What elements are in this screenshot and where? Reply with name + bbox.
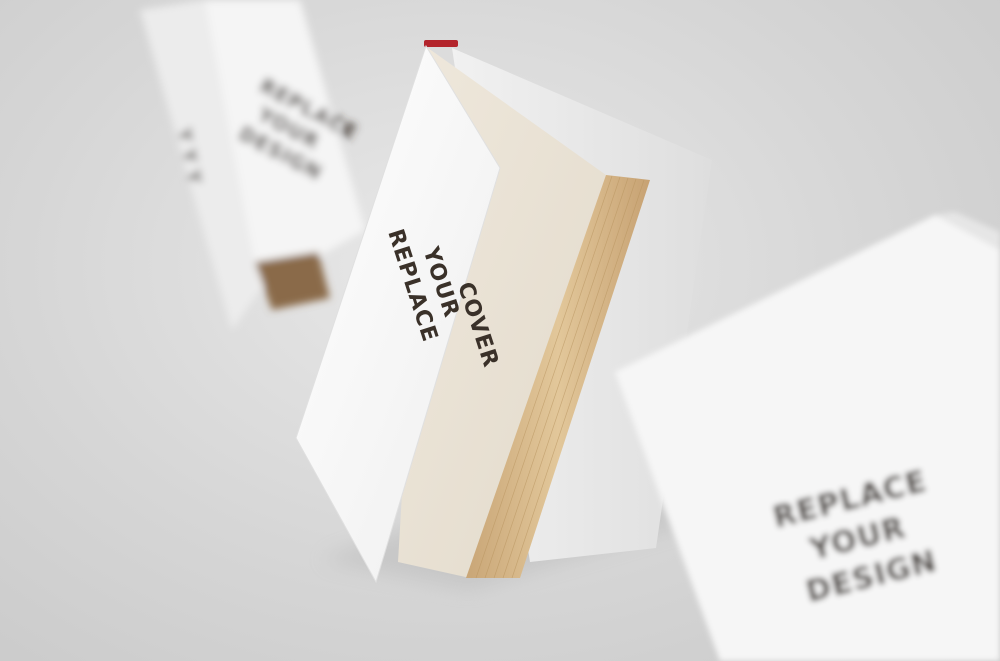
center-book-bookmark xyxy=(424,40,458,47)
back-book-pages xyxy=(255,252,330,310)
back-book: REPLACE YOUR DESIGN Y Y Y xyxy=(140,0,365,330)
book-mockup-illustration: REPLACE YOUR DESIGN Y Y Y REPLACE YOUR C… xyxy=(140,0,1000,661)
mockup-scene: REPLACE YOUR DESIGN Y Y Y REPLACE YOUR C… xyxy=(0,0,1000,661)
